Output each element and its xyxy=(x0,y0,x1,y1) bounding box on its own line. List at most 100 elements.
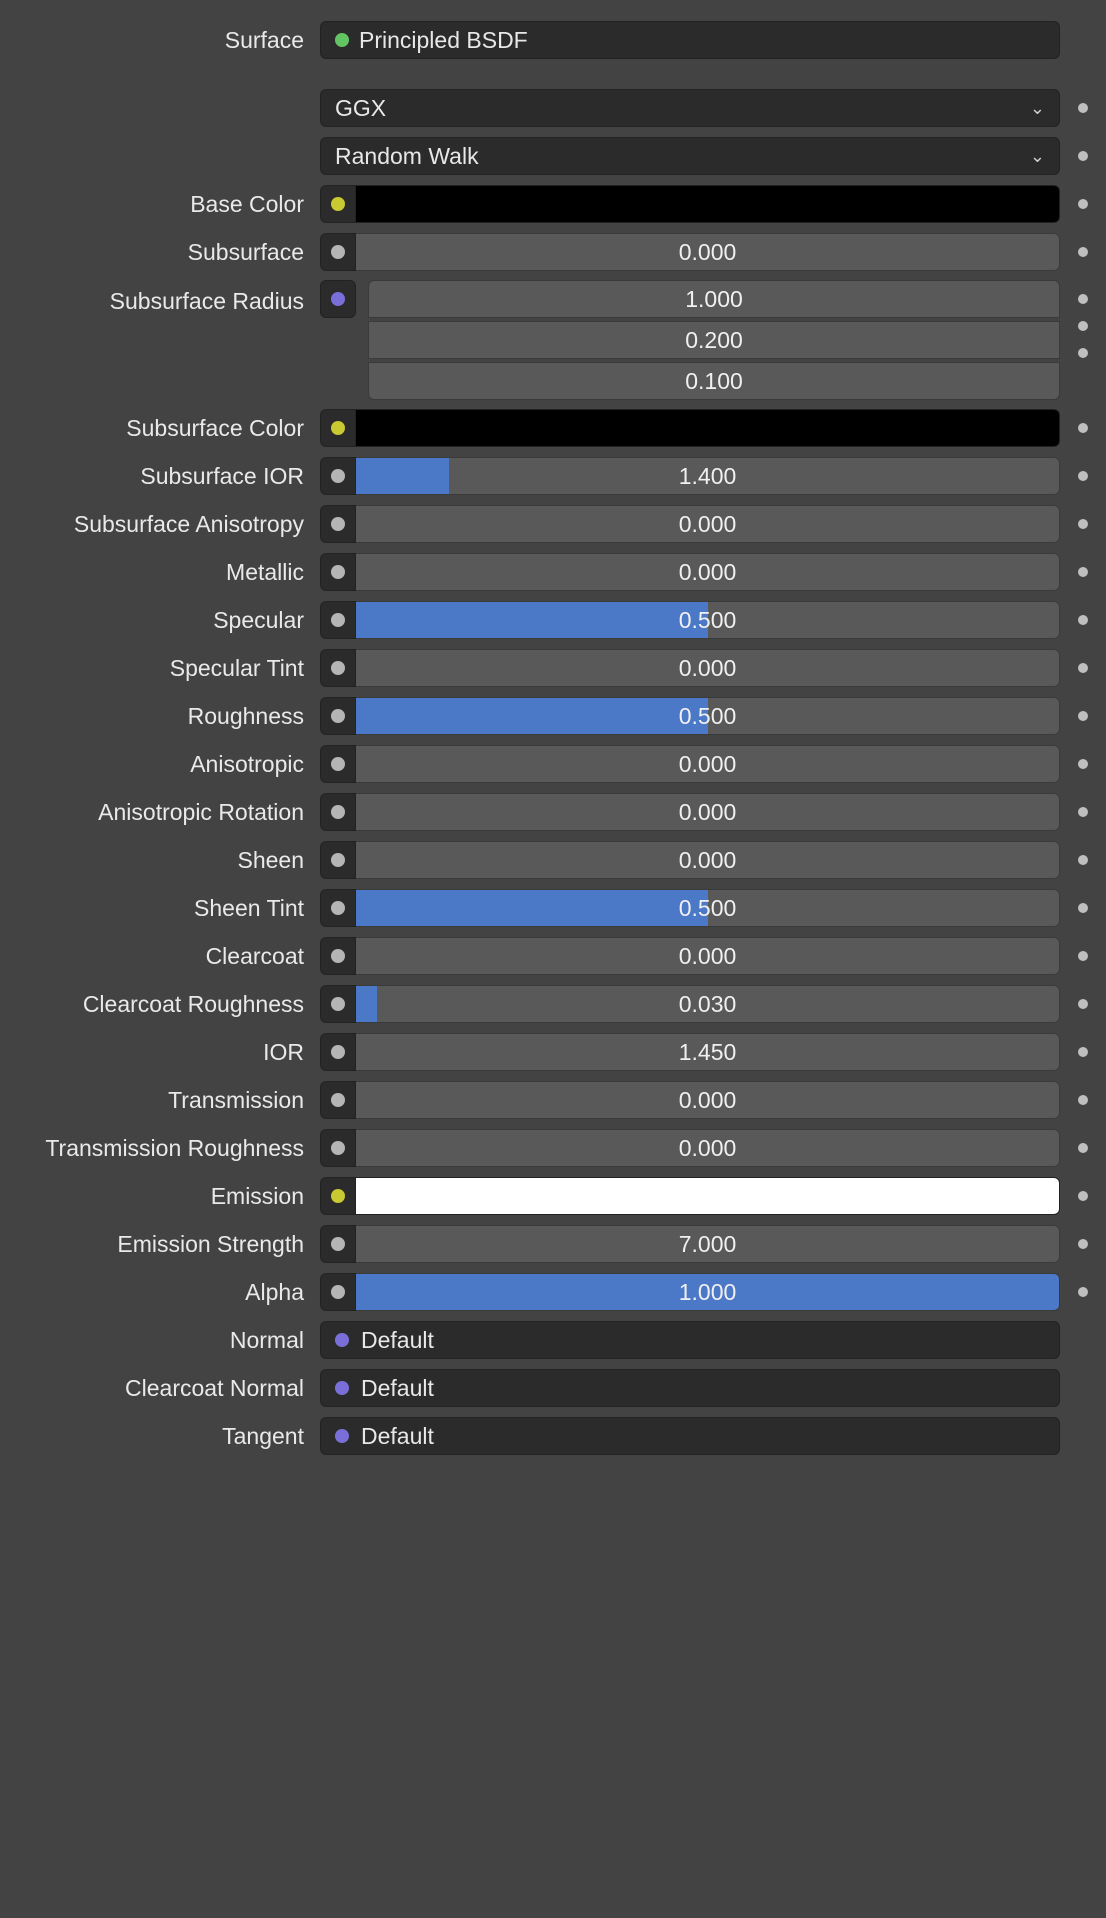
emission-strength-slider[interactable]: 7.000 xyxy=(356,1225,1060,1263)
anim-dot[interactable] xyxy=(1078,1143,1088,1153)
specular-socket[interactable] xyxy=(320,601,356,639)
specular-slider[interactable]: 0.500 xyxy=(356,601,1060,639)
sss-method-dropdown[interactable]: Random Walk ⌄ xyxy=(320,137,1060,175)
subsurface-radius-socket[interactable] xyxy=(320,280,356,318)
metallic-socket[interactable] xyxy=(320,553,356,591)
anim-dot[interactable] xyxy=(1078,199,1088,209)
anim-dot[interactable] xyxy=(1078,247,1088,257)
anim-dot[interactable] xyxy=(1078,855,1088,865)
alpha-slider[interactable]: 1.000 xyxy=(356,1273,1060,1311)
surface-row: Surface Principled BSDF xyxy=(0,20,1106,60)
subsurface-radius-component-2[interactable]: 0.100 xyxy=(368,362,1060,400)
clearcoat-roughness-value: 0.030 xyxy=(679,991,737,1018)
specular-tint-slider[interactable]: 0.000 xyxy=(356,649,1060,687)
subsurface-color-color-swatch[interactable] xyxy=(356,409,1060,447)
subsurface-radius-row: Subsurface Radius1.0000.2000.100 xyxy=(0,280,1106,400)
transmission-slider[interactable]: 0.000 xyxy=(356,1081,1060,1119)
sheen-value: 0.000 xyxy=(679,847,737,874)
anim-dot[interactable] xyxy=(1078,471,1088,481)
anim-dot[interactable] xyxy=(1078,321,1088,331)
socket-dot-icon xyxy=(331,469,345,483)
distribution-dropdown[interactable]: GGX ⌄ xyxy=(320,89,1060,127)
sheen-socket[interactable] xyxy=(320,841,356,879)
subsurface-socket[interactable] xyxy=(320,233,356,271)
emission-color-swatch[interactable] xyxy=(356,1177,1060,1215)
transmission-roughness-socket[interactable] xyxy=(320,1129,356,1167)
anim-dot[interactable] xyxy=(1078,663,1088,673)
emission-strength-socket[interactable] xyxy=(320,1225,356,1263)
subsurface-ior-slider[interactable]: 1.400 xyxy=(356,457,1060,495)
anim-dot[interactable] xyxy=(1078,103,1088,113)
subsurface-anisotropy-slider[interactable]: 0.000 xyxy=(356,505,1060,543)
clearcoat-roughness-slider[interactable]: 0.030 xyxy=(356,985,1060,1023)
normal-link-field[interactable]: Default xyxy=(320,1321,1060,1359)
subsurface-anisotropy-label: Subsurface Anisotropy xyxy=(0,511,320,538)
socket-dot-icon xyxy=(331,1045,345,1059)
anim-dot[interactable] xyxy=(1078,1191,1088,1201)
roughness-slider[interactable]: 0.500 xyxy=(356,697,1060,735)
anim-dot[interactable] xyxy=(1078,151,1088,161)
anisotropic-rotation-socket[interactable] xyxy=(320,793,356,831)
clearcoat-socket[interactable] xyxy=(320,937,356,975)
anim-dot[interactable] xyxy=(1078,567,1088,577)
emission-strength-row: Emission Strength7.000 xyxy=(0,1224,1106,1264)
specular-row: Specular0.500 xyxy=(0,600,1106,640)
sheen-tint-socket[interactable] xyxy=(320,889,356,927)
emission-strength-value: 7.000 xyxy=(679,1231,737,1258)
anisotropic-rotation-slider[interactable]: 0.000 xyxy=(356,793,1060,831)
subsurface-radius-component-1[interactable]: 0.200 xyxy=(368,321,1060,359)
clearcoat-normal-link-field[interactable]: Default xyxy=(320,1369,1060,1407)
anim-dot[interactable] xyxy=(1078,711,1088,721)
anim-dot[interactable] xyxy=(1078,615,1088,625)
ior-socket[interactable] xyxy=(320,1033,356,1071)
anim-dot[interactable] xyxy=(1078,759,1088,769)
anim-dot[interactable] xyxy=(1078,348,1088,358)
anim-dot[interactable] xyxy=(1078,1287,1088,1297)
clearcoat-roughness-label: Clearcoat Roughness xyxy=(0,991,320,1018)
base-color-socket[interactable] xyxy=(320,185,356,223)
subsurface-ior-socket[interactable] xyxy=(320,457,356,495)
sheen-slider[interactable]: 0.000 xyxy=(356,841,1060,879)
subsurface-slider[interactable]: 0.000 xyxy=(356,233,1060,271)
anim-dot[interactable] xyxy=(1078,1095,1088,1105)
subsurface-radius-component-0[interactable]: 1.000 xyxy=(368,280,1060,318)
socket-dot-icon xyxy=(331,997,345,1011)
transmission-roughness-slider[interactable]: 0.000 xyxy=(356,1129,1060,1167)
anim-dot[interactable] xyxy=(1078,951,1088,961)
distribution-row: GGX ⌄ xyxy=(0,88,1106,128)
anim-dot[interactable] xyxy=(1078,903,1088,913)
tangent-link-field[interactable]: Default xyxy=(320,1417,1060,1455)
metallic-slider[interactable]: 0.000 xyxy=(356,553,1060,591)
normal-link-text: Default xyxy=(361,1327,434,1354)
sheen-tint-row: Sheen Tint0.500 xyxy=(0,888,1106,928)
anim-dot[interactable] xyxy=(1078,1239,1088,1249)
specular-tint-socket[interactable] xyxy=(320,649,356,687)
sheen-tint-slider[interactable]: 0.500 xyxy=(356,889,1060,927)
anisotropic-socket[interactable] xyxy=(320,745,356,783)
ior-slider[interactable]: 1.450 xyxy=(356,1033,1060,1071)
anim-dot[interactable] xyxy=(1078,807,1088,817)
anim-dot[interactable] xyxy=(1078,423,1088,433)
anim-dot[interactable] xyxy=(1078,519,1088,529)
clearcoat-roughness-socket[interactable] xyxy=(320,985,356,1023)
emission-socket[interactable] xyxy=(320,1177,356,1215)
base-color-color-swatch[interactable] xyxy=(356,185,1060,223)
sss-method-value: Random Walk xyxy=(335,143,479,170)
subsurface-color-socket[interactable] xyxy=(320,409,356,447)
roughness-socket[interactable] xyxy=(320,697,356,735)
transmission-socket[interactable] xyxy=(320,1081,356,1119)
metallic-value: 0.000 xyxy=(679,559,737,586)
alpha-value: 1.000 xyxy=(679,1279,737,1306)
anisotropic-slider[interactable]: 0.000 xyxy=(356,745,1060,783)
alpha-label: Alpha xyxy=(0,1279,320,1306)
subsurface-anisotropy-socket[interactable] xyxy=(320,505,356,543)
anim-dot[interactable] xyxy=(1078,999,1088,1009)
clearcoat-slider[interactable]: 0.000 xyxy=(356,937,1060,975)
transmission-roughness-row: Transmission Roughness 0.000 xyxy=(0,1128,1106,1168)
surface-shader-selector[interactable]: Principled BSDF xyxy=(320,21,1060,59)
ior-label: IOR xyxy=(0,1039,320,1066)
anim-dot[interactable] xyxy=(1078,1047,1088,1057)
anim-dot[interactable] xyxy=(1078,294,1088,304)
transmission-roughness-label: Transmission Roughness xyxy=(0,1135,320,1162)
alpha-socket[interactable] xyxy=(320,1273,356,1311)
